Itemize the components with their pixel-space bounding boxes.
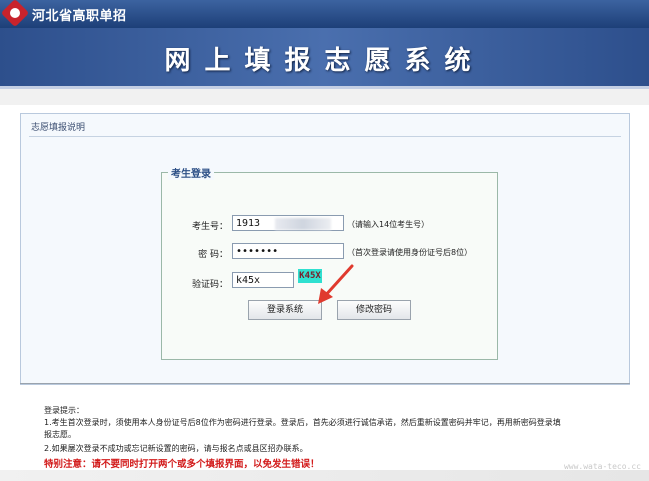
captcha-input[interactable]: k45x bbox=[232, 272, 294, 288]
panel-divider bbox=[29, 136, 621, 137]
redacted-region bbox=[275, 218, 331, 230]
panel-title: 志愿填报说明 bbox=[31, 123, 86, 133]
system-title: 网上填报志愿系统 bbox=[164, 46, 485, 76]
bottom-divider bbox=[20, 383, 630, 384]
login-legend: 考生登录 bbox=[168, 165, 214, 180]
password-label: 密 码： bbox=[198, 250, 228, 260]
exam-number-label: 考生号： bbox=[191, 222, 228, 232]
warning-text: 特别注意：请不要同时打开两个或多个填报界面，以免发生错误！ bbox=[44, 459, 320, 470]
system-banner: 网上填报志愿系统 bbox=[0, 28, 649, 89]
exam-number-hint: （请输入14位考生号） bbox=[347, 220, 430, 229]
note-item-1: 1.考生首次登录时，须使用本人身份证号后8位作为密码进行登录。登录后，首先必须进… bbox=[44, 418, 561, 439]
password-hint: （首次登录请使用身份证号后8位） bbox=[347, 248, 473, 257]
org-name: 河北省高职单招 bbox=[32, 9, 127, 24]
footer-strip bbox=[0, 470, 649, 481]
login-button[interactable]: 登录系统 bbox=[248, 300, 322, 320]
captcha-image[interactable]: K45X bbox=[298, 269, 322, 283]
notes-title: 登录提示： bbox=[44, 406, 84, 415]
exam-number-value: 1913 bbox=[236, 218, 261, 229]
header-gap bbox=[0, 89, 649, 105]
note-item-2: 2.如果屡次登录不成功或忘记新设置的密码，请与报名点或县区招办联系。 bbox=[44, 444, 308, 453]
watermark: www.wata-teco.cc bbox=[563, 462, 641, 471]
top-bar: 河北省高职单招 bbox=[0, 0, 649, 28]
change-password-button[interactable]: 修改密码 bbox=[337, 300, 411, 320]
logo-icon bbox=[0, 0, 30, 28]
password-input[interactable]: ••••••• bbox=[232, 243, 344, 259]
captcha-label: 验证码： bbox=[191, 280, 228, 290]
exam-number-input[interactable]: 1913 bbox=[232, 215, 344, 231]
login-box: 考生登录 bbox=[161, 165, 498, 360]
